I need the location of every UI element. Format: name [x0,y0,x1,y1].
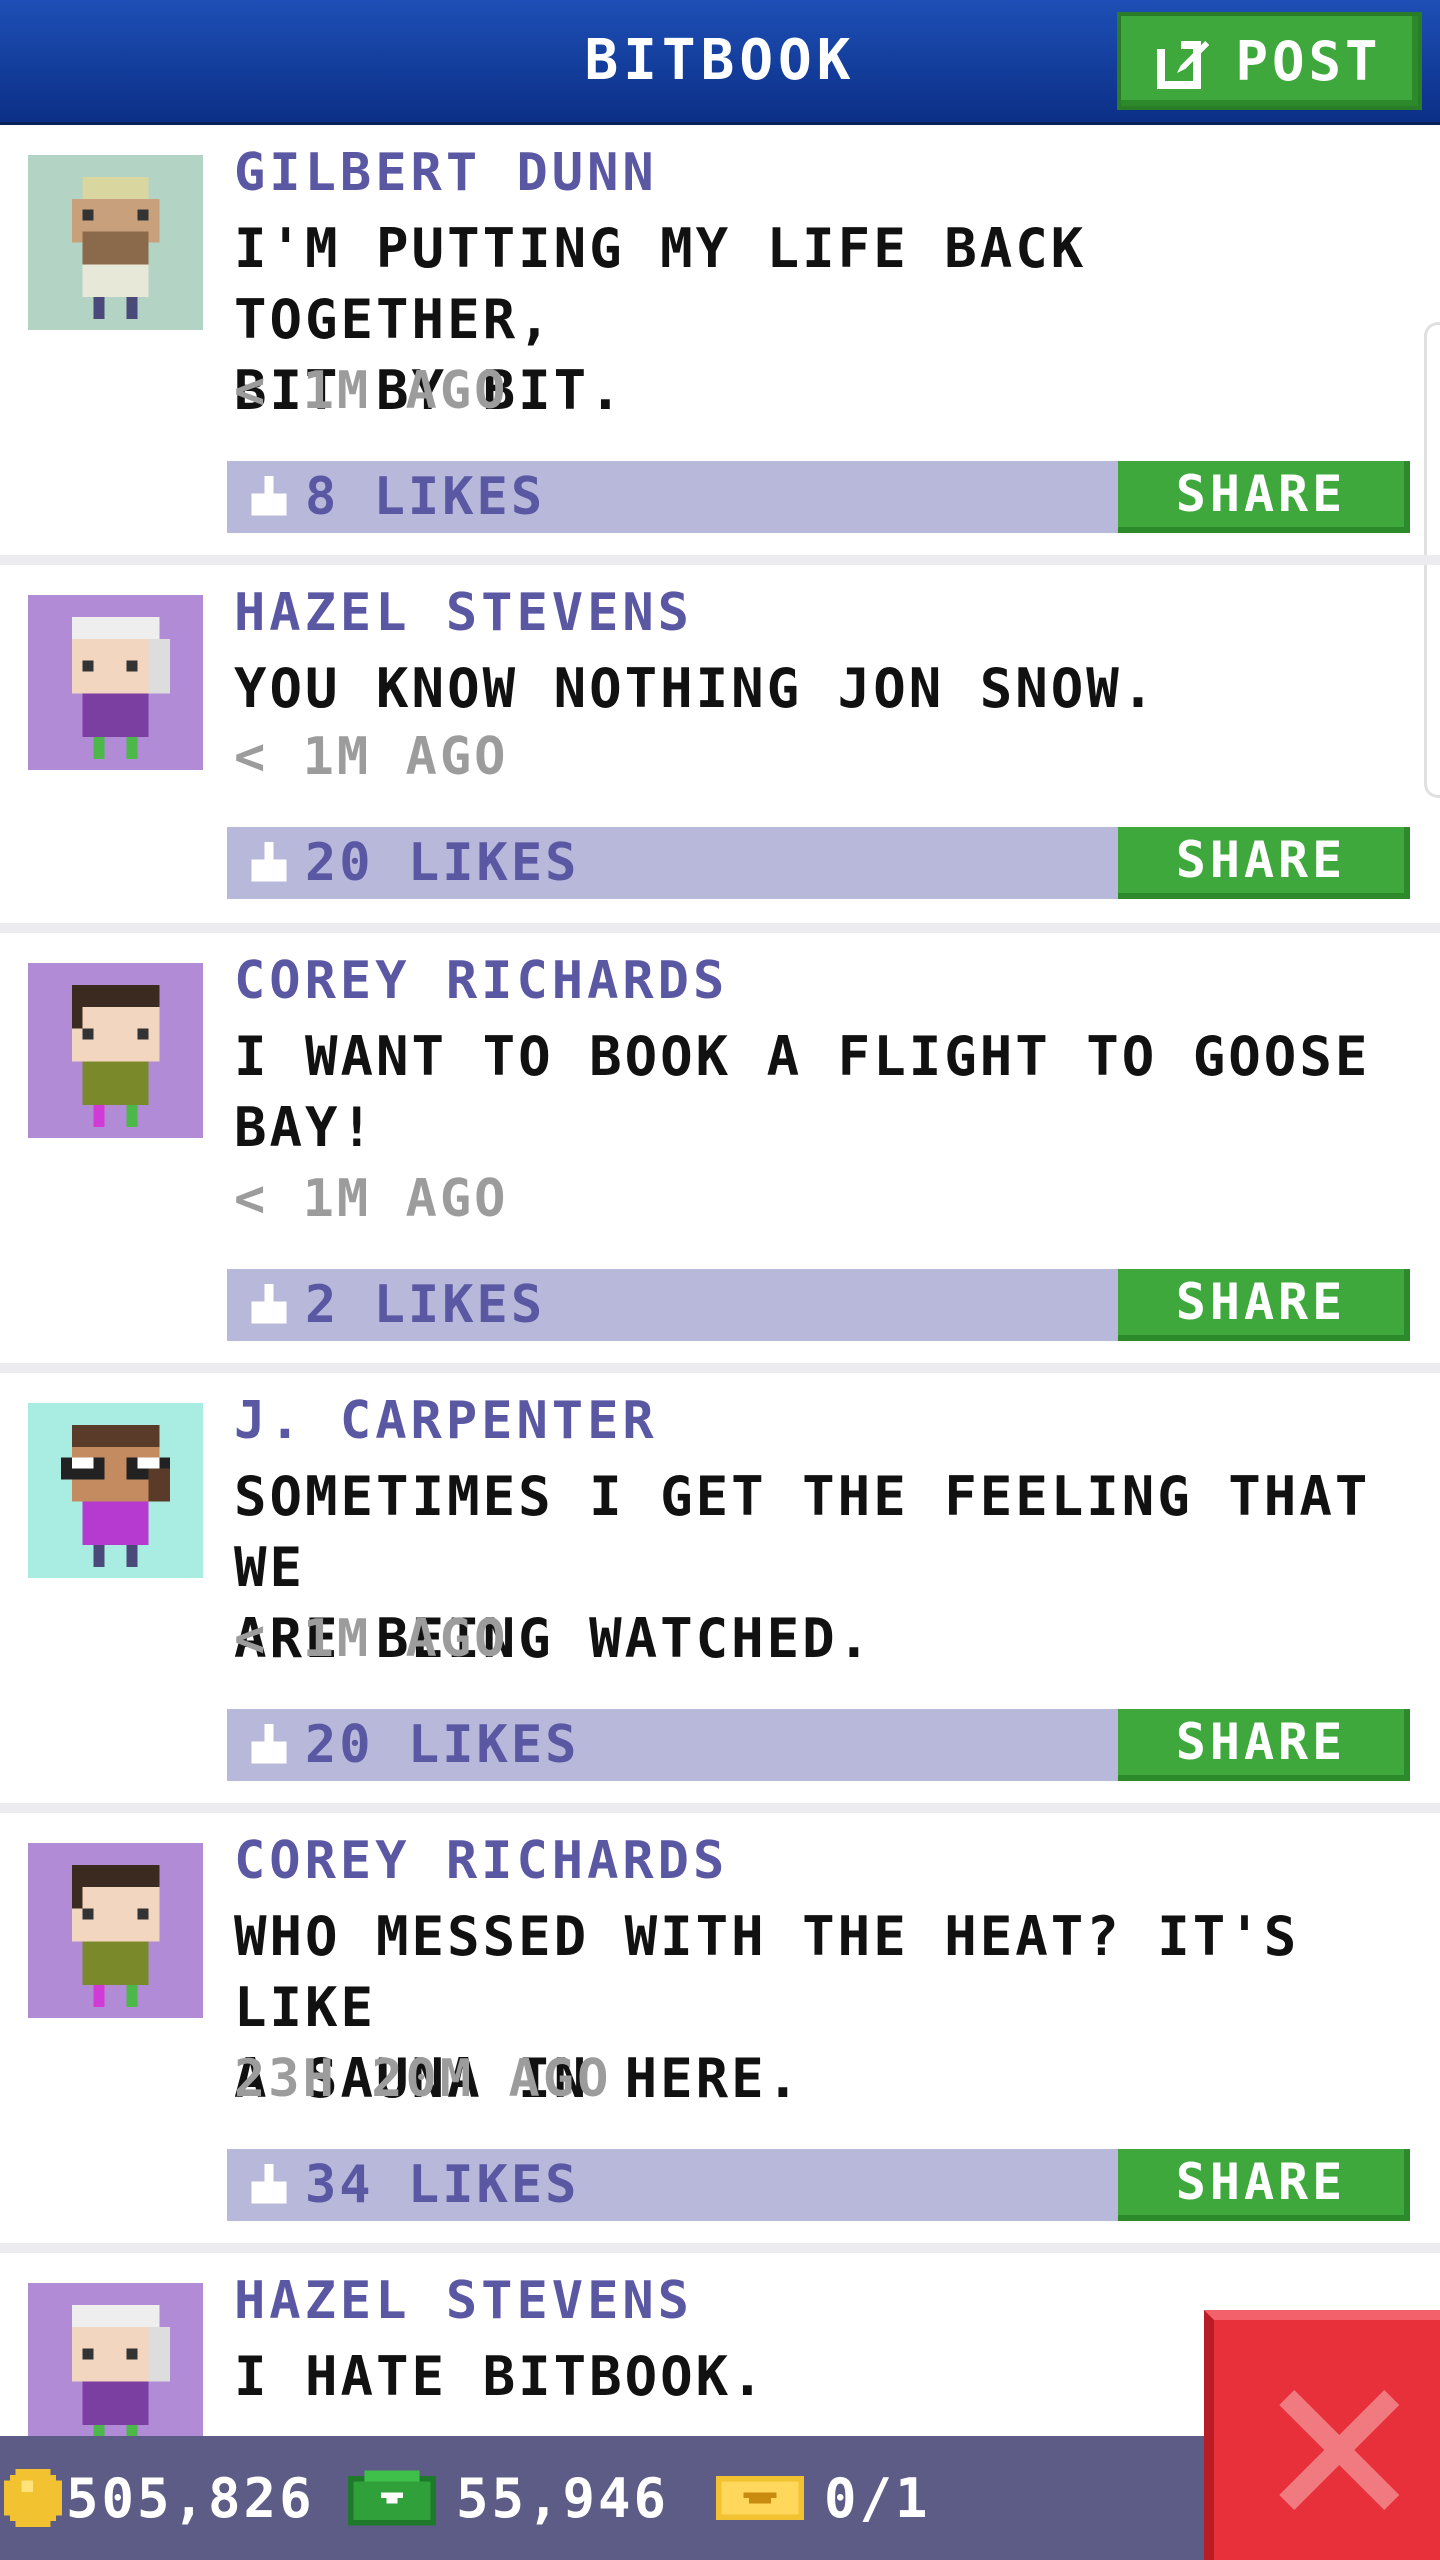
grey-haired-woman-avatar-icon[interactable] [28,595,203,770]
post-text: YOU KNOW NOTHING JON SNOW. [234,653,1404,724]
share-button[interactable]: SHARE [1118,1269,1410,1341]
coin-icon [4,2469,62,2527]
tickets-value: 0/1 [824,2466,931,2530]
post-text-line: SOMETIMES I GET THE FEELING THAT WE [234,1465,1371,1599]
post-text-line: I'M PUTTING MY LIFE BACK TOGETHER, [234,217,1087,351]
post-author[interactable]: COREY RICHARDS [234,1831,728,1891]
share-button[interactable]: SHARE [1118,2149,1410,2221]
post-text-line: WHO MESSED WITH THE HEAT? IT'S LIKE [234,1905,1300,2039]
grey-haired-woman-avatar-icon[interactable] [28,2283,203,2458]
thumbs-up-icon [251,2164,287,2204]
dark-haired-man-avatar-icon[interactable] [28,963,203,1138]
bux-cash-icon [348,2470,436,2526]
like-count: 34 LIKES [305,2155,580,2215]
app-header: BITBOOK POST [0,0,1440,125]
like-bar[interactable]: 20 LIKES SHARE [227,827,1410,899]
post-text-line: YOU KNOW NOTHING JON SNOW. [234,657,1158,720]
coins-value: 505,826 [66,2466,315,2530]
glasses-woman-avatar-icon[interactable] [28,1403,203,1578]
feed-post: COREY RICHARDS WHO MESSED WITH THE HEAT?… [0,1813,1440,2253]
post-author[interactable]: J. CARPENTER [234,1391,658,1451]
share-button[interactable]: SHARE [1118,461,1410,533]
bearded-old-man-avatar-icon[interactable] [28,155,203,330]
feed-post: J. CARPENTER SOMETIMES I GET THE FEELING… [0,1373,1440,1813]
post-text: I WANT TO BOOK A FLIGHT TO GOOSE BAY! [234,1021,1404,1163]
post-author[interactable]: COREY RICHARDS [234,951,728,1011]
ticket-icon [716,2476,804,2520]
share-button[interactable]: SHARE [1118,1709,1410,1781]
thumbs-up-icon [251,476,287,516]
like-count: 20 LIKES [305,1715,580,1775]
thumbs-up-icon [251,1724,287,1764]
post-text-line: I WANT TO BOOK A FLIGHT TO GOOSE [234,1025,1371,1088]
thumbs-up-icon [251,1284,287,1324]
like-count: 20 LIKES [305,833,580,893]
like-count: 2 LIKES [305,1275,546,1335]
tickets-stat: 0/1 [716,2436,931,2560]
coins-stat: 505,826 [4,2436,315,2560]
post-timestamp: < 1M AGO [234,361,509,421]
share-button[interactable]: SHARE [1118,827,1410,899]
post-author[interactable]: HAZEL STEVENS [234,2271,693,2331]
post-author[interactable]: HAZEL STEVENS [234,583,693,643]
like-count: 8 LIKES [305,467,546,527]
post-author[interactable]: GILBERT DUNN [234,143,658,203]
post-timestamp: < 1M AGO [234,1169,509,1229]
feed-post: HAZEL STEVENS YOU KNOW NOTHING JON SNOW.… [0,565,1440,933]
post-text-line: BAY! [234,1096,377,1159]
feed-list: GILBERT DUNN I'M PUTTING MY LIFE BACK TO… [0,125,1440,2553]
feed-post: COREY RICHARDS I WANT TO BOOK A FLIGHT T… [0,933,1440,1373]
like-bar[interactable]: 34 LIKES SHARE [227,2149,1410,2221]
like-bar[interactable]: 2 LIKES SHARE [227,1269,1410,1341]
close-button[interactable] [1204,2310,1440,2560]
bux-value: 55,946 [456,2466,670,2530]
bux-stat: 55,946 [348,2436,669,2560]
like-bar[interactable]: 8 LIKES SHARE [227,461,1410,533]
close-icon [1279,2390,1399,2510]
post-timestamp: 23H 20M AGO [234,2049,612,2109]
post-timestamp: < 1M AGO [234,727,509,787]
compose-icon [1157,41,1210,89]
feed-post: GILBERT DUNN I'M PUTTING MY LIFE BACK TO… [0,125,1440,565]
post-button[interactable]: POST [1117,12,1422,110]
dark-haired-man-avatar-icon[interactable] [28,1843,203,2018]
like-bar[interactable]: 20 LIKES SHARE [227,1709,1410,1781]
post-timestamp: < 1M AGO [234,1609,509,1669]
thumbs-up-icon [251,842,287,882]
post-button-label: POST [1235,29,1382,93]
